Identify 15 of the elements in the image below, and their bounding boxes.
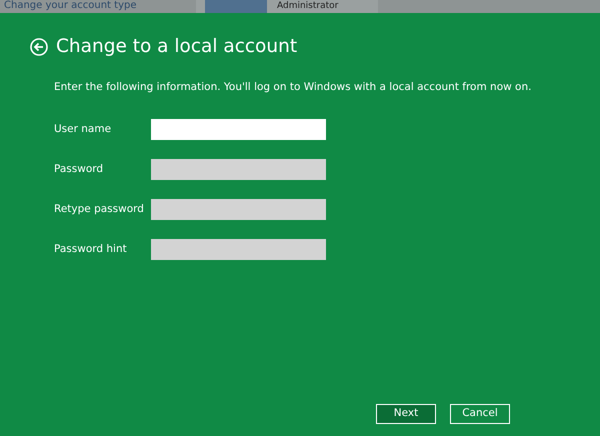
cancel-button[interactable]: Cancel (450, 404, 510, 424)
field-label: Password (54, 162, 104, 177)
input-field[interactable] (151, 239, 326, 260)
field-label: Retype password (54, 202, 145, 217)
next-button[interactable]: Next (376, 404, 436, 424)
input-field[interactable] (151, 199, 326, 220)
instruction-text: Enter the following information. You'll log on to Windows with a local account from now on. (54, 80, 532, 95)
field-label: Password hint (54, 242, 128, 257)
back-icon[interactable] (30, 38, 48, 56)
input-field[interactable] (151, 119, 326, 140)
account-picture (205, 0, 267, 13)
account-name: Administrator (277, 0, 338, 12)
field-label: User name (54, 122, 112, 137)
page-title: Change to a local account (56, 35, 298, 59)
input-field[interactable] (151, 159, 326, 180)
